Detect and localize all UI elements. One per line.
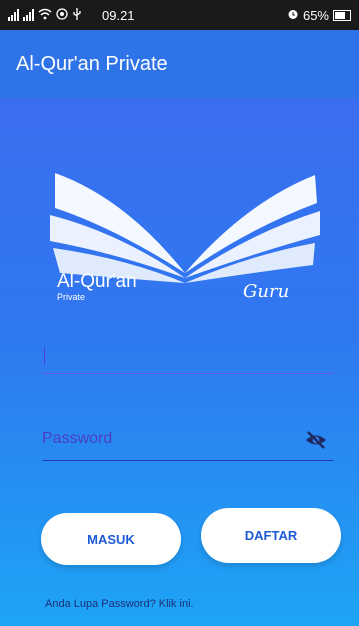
signal-icon [23, 9, 34, 21]
alarm-icon [287, 8, 299, 23]
app-title: Al-Qur'an Private [16, 52, 168, 75]
status-time: 09.21 [102, 7, 135, 23]
forgot-password-link[interactable]: Anda Lupa Password? Klik ini. [45, 598, 194, 610]
register-button[interactable]: DAFTAR [201, 508, 341, 563]
battery-percent: 65% [302, 7, 329, 23]
text-cursor [44, 347, 45, 365]
hotspot-icon [56, 7, 68, 23]
status-bar: 09.21 65% [0, 0, 359, 30]
logo-role: Guru [243, 281, 289, 302]
app-bar: Al-Qur'an Private [0, 30, 359, 98]
logo-sub: Private [57, 292, 85, 302]
usb-icon [72, 7, 82, 23]
app-logo: Al-Qur'an Private Guru [50, 173, 320, 302]
login-screen: Al-Qur'an Private Guru Password MASUK DA… [0, 98, 359, 626]
password-field[interactable]: Password [42, 420, 334, 461]
battery-icon [333, 9, 351, 21]
wifi-icon [38, 8, 52, 23]
eye-off-icon[interactable] [304, 428, 328, 452]
logo-name: Al-Qur'an [57, 271, 137, 292]
password-placeholder: Password [42, 430, 113, 447]
signal-icon [8, 9, 19, 21]
login-button[interactable]: MASUK [41, 513, 181, 565]
username-field[interactable] [42, 333, 334, 374]
